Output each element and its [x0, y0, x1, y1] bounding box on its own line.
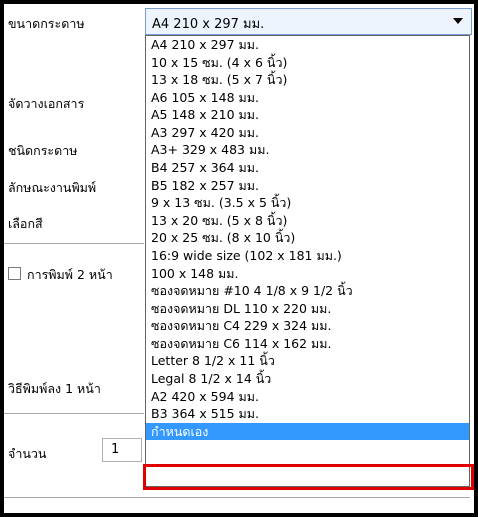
dropdown-option[interactable]: A4 210 x 297 มม. [146, 36, 469, 54]
duplex-label: การพิมพ์ 2 หน้า [27, 267, 113, 282]
section-divider [4, 413, 144, 414]
dropdown-option[interactable]: ซองจดหมาย C6 114 x 162 มม. [146, 335, 469, 353]
dropdown-option[interactable]: 20 x 25 ซม. (8 x 10 นิ้ว) [146, 229, 469, 247]
color-label: เลือกสี [8, 216, 43, 231]
dropdown-option[interactable]: A6 105 x 148 มม. [146, 89, 469, 107]
dropdown-option[interactable]: A3+ 329 x 483 มม. [146, 141, 469, 159]
dropdown-option[interactable]: A2 420 x 594 มม. [146, 388, 469, 406]
dropdown-option[interactable]: 16:9 wide size (102 x 181 มม.) [146, 247, 469, 265]
dropdown-option[interactable]: A3 297 x 420 มม. [146, 124, 469, 142]
section-divider [4, 243, 144, 244]
paper-size-select[interactable]: A4 210 x 297 มม. [145, 8, 472, 35]
dropdown-option[interactable]: B5 182 x 257 มม. [146, 177, 469, 195]
dropdown-option[interactable]: B3 364 x 515 มม. [146, 405, 469, 423]
chevron-down-icon[interactable] [453, 18, 463, 24]
bottom-divider [4, 497, 470, 498]
dropdown-option[interactable]: A5 148 x 210 มม. [146, 106, 469, 124]
simplex-label: วิธีพิมพ์ลง 1 หน้า [8, 381, 101, 396]
print-quality-label: ลักษณะงานพิมพ์ [8, 180, 97, 195]
orientation-label: จัดวางเอกสาร [8, 96, 85, 111]
dropdown-option-custom[interactable]: กำหนดเอง [146, 422, 469, 441]
dropdown-option[interactable]: B4 257 x 364 มม. [146, 159, 469, 177]
paper-size-selected-value: A4 210 x 297 มม. [152, 17, 265, 32]
dropdown-option[interactable]: Letter 8 1/2 x 11 นิ้ว [146, 352, 469, 370]
paper-size-label: ขนาดกระดาษ [8, 16, 85, 31]
dropdown-option[interactable]: 13 x 18 ซม. (5 x 7 นิ้ว) [146, 71, 469, 89]
dropdown-option[interactable]: 10 x 15 ซม. (4 x 6 นิ้ว) [146, 54, 469, 72]
copies-input[interactable]: 1 [102, 438, 142, 462]
dropdown-option[interactable]: 100 x 148 มม. [146, 265, 469, 283]
dropdown-option[interactable]: 13 x 20 ซม. (5 x 8 นิ้ว) [146, 212, 469, 230]
paper-size-dropdown-list: A4 210 x 297 มม. 10 x 15 ซม. (4 x 6 นิ้ว… [145, 35, 470, 487]
dropdown-option[interactable]: 9 x 13 ซม. (3.5 x 5 นิ้ว) [146, 194, 469, 212]
duplex-checkbox[interactable] [8, 267, 21, 280]
paper-type-label: ชนิดกระดาษ [8, 143, 78, 158]
dropdown-option[interactable]: ซองจดหมาย #10 4 1/8 x 9 1/2 นิ้ว [146, 282, 469, 300]
copies-label: จำนวน [8, 446, 47, 461]
dropdown-option[interactable]: ซองจดหมาย DL 110 x 220 มม. [146, 300, 469, 318]
dropdown-option[interactable]: ซองจดหมาย C4 229 x 324 มม. [146, 317, 469, 335]
dropdown-option[interactable]: Legal 8 1/2 x 14 นิ้ว [146, 370, 469, 388]
